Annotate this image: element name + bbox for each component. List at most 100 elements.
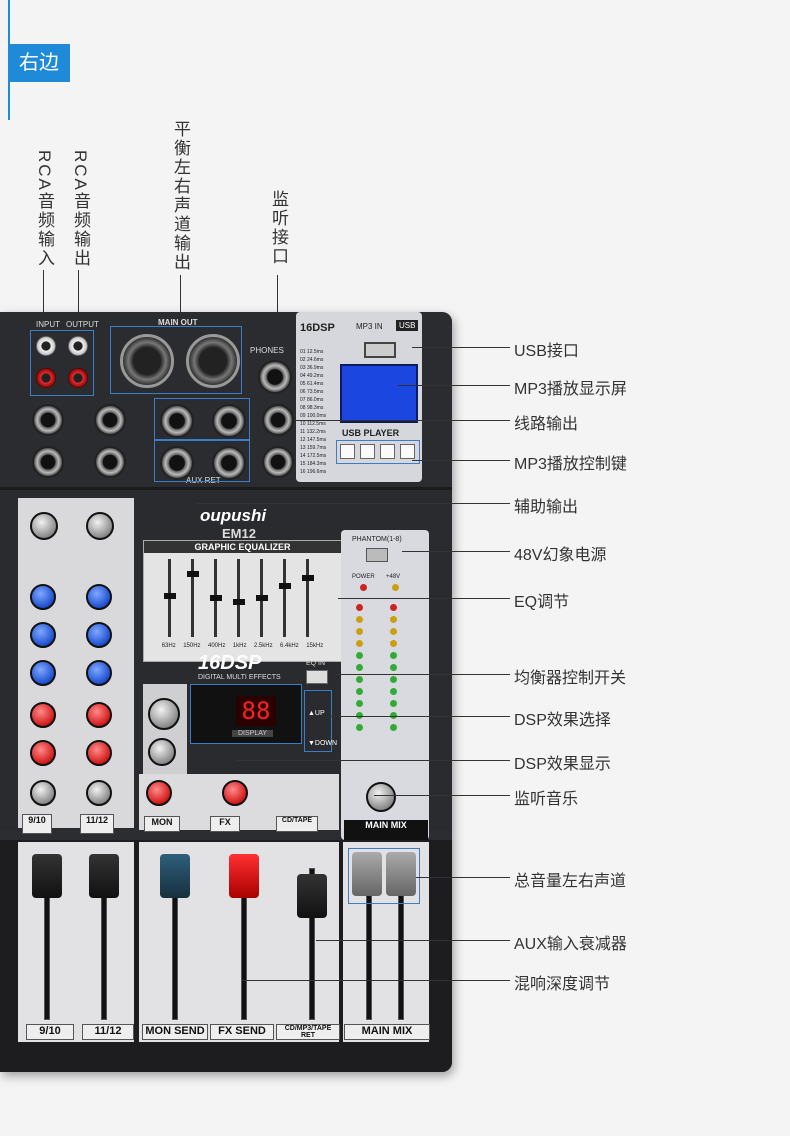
eq-freq-label: 1kHz <box>232 643 247 649</box>
leader-line <box>277 275 278 317</box>
dsp-subtitle: DIGITAL MULTI EFFECTS <box>198 674 281 681</box>
main-fader-highlight <box>348 848 420 904</box>
model-label: EM12 <box>222 526 256 541</box>
mon-jack[interactable] <box>262 404 294 436</box>
fx-to-mon-knob[interactable] <box>146 780 172 806</box>
line-out-highlight <box>154 398 250 440</box>
phones-jack[interactable] <box>258 360 292 394</box>
meter-led <box>390 640 397 647</box>
callout-label: DSP效果显示 <box>514 756 611 773</box>
aux-return-fader[interactable] <box>297 874 327 918</box>
callout-line <box>242 980 510 981</box>
callout-label: EQ调节 <box>514 594 570 611</box>
phantom-switch[interactable] <box>366 548 388 562</box>
bal-knob[interactable] <box>86 780 112 806</box>
meter-led <box>356 652 363 659</box>
meter-led <box>390 652 397 659</box>
label-main-out: 平衡左右声道输出 <box>171 120 190 272</box>
preset-item: 03 36.9ms <box>300 365 324 371</box>
phones-label: PHONES <box>250 346 284 355</box>
fx-repeat-knob[interactable] <box>148 738 176 766</box>
dsp-segment-display: 88 <box>236 696 276 726</box>
meter-led <box>390 676 397 683</box>
phones-level-knob[interactable] <box>366 782 396 812</box>
callout-label: 均衡器控制开关 <box>514 670 627 687</box>
send-jack[interactable] <box>262 446 294 478</box>
high-eq-knob[interactable] <box>30 584 56 610</box>
line-in-jack[interactable] <box>32 404 64 436</box>
eq-slider-2[interactable] <box>209 595 222 601</box>
callout-line <box>416 877 510 878</box>
meter-led <box>356 616 363 623</box>
cd-tape-ret-label: CD/MP3/TAPE RET <box>276 1024 340 1040</box>
callout-line <box>402 551 510 552</box>
eq-slider-3[interactable] <box>232 599 245 605</box>
eq-slider-6[interactable] <box>301 575 314 581</box>
meter-led <box>356 724 363 731</box>
meter-led <box>390 628 397 635</box>
meter-led <box>356 688 363 695</box>
graphic-eq: GRAPHIC EQUALIZER 63Hz 150Hz 400Hz 1kHz 2.5k… <box>143 540 342 662</box>
mon-send-knob[interactable] <box>30 702 56 728</box>
fx-send-knob[interactable] <box>86 740 112 766</box>
mixer-body: INPUT OUTPUT MAIN OUT PHONES AUX RET 16D… <box>0 312 452 1072</box>
fx-to-main-knob[interactable] <box>222 780 248 806</box>
trim-knob[interactable] <box>30 512 58 540</box>
dsp-down-button[interactable]: ▼DOWN <box>308 740 337 747</box>
low-eq-knob[interactable] <box>86 660 112 686</box>
power-led <box>360 584 367 591</box>
callout-line <box>398 385 510 386</box>
eq-freq-label: 6.4kHz <box>280 643 299 649</box>
eq-slider-1[interactable] <box>186 571 199 577</box>
mon-send-fader[interactable] <box>160 854 190 898</box>
mon-send-knob[interactable] <box>86 702 112 728</box>
fx-return-knob[interactable] <box>148 698 180 730</box>
ch-910-fader[interactable] <box>32 854 62 898</box>
main-out-highlight <box>110 326 242 394</box>
callout-line <box>338 598 510 599</box>
mid-eq-knob[interactable] <box>30 622 56 648</box>
line-in-jack[interactable] <box>32 446 64 478</box>
eq-in-label: EQ IN <box>306 660 326 667</box>
callout-line <box>316 940 510 941</box>
preset-item: 11 132.2ms <box>300 429 326 435</box>
preset-item: 16 196.6ms <box>300 469 327 475</box>
low-eq-knob[interactable] <box>30 660 56 686</box>
cd-tape-mute-button[interactable]: CD/TAPE <box>276 816 318 832</box>
ch-1112-fader[interactable] <box>89 854 119 898</box>
dsp-title: 16DSP <box>198 652 262 674</box>
mon-mute-button[interactable]: MON <box>144 816 180 832</box>
eq-in-switch[interactable] <box>306 670 328 684</box>
eq-slider-slot <box>306 559 309 637</box>
callout-label: 混响深度调节 <box>514 976 611 993</box>
trim-knob[interactable] <box>86 512 114 540</box>
eq-slider-4[interactable] <box>255 595 268 601</box>
phantom-led <box>392 584 399 591</box>
mid-eq-knob[interactable] <box>86 622 112 648</box>
preset-item: 06 73.5ms <box>300 389 324 395</box>
dsp-up-button[interactable]: ▲UP <box>308 710 325 717</box>
leader-line <box>180 275 181 317</box>
callout-label: USB接口 <box>514 343 579 360</box>
callout-label: AUX输入衰减器 <box>514 936 627 953</box>
callout-label: DSP效果选择 <box>514 712 611 729</box>
pan-knob[interactable] <box>30 780 56 806</box>
fx-send-fader[interactable] <box>229 854 259 898</box>
callout-line <box>236 760 510 761</box>
meter-led <box>390 664 397 671</box>
eq-slider-5[interactable] <box>278 583 291 589</box>
high-eq-knob[interactable] <box>86 584 112 610</box>
eq-sliders <box>144 553 341 643</box>
fx-mute-button[interactable]: FX <box>210 816 240 832</box>
ch-1112-mute[interactable]: 11/12 <box>80 814 114 834</box>
fx-send-knob[interactable] <box>30 740 56 766</box>
line-in-jack[interactable] <box>94 446 126 478</box>
eq-slider-0[interactable] <box>163 593 176 599</box>
power-label: POWER <box>352 574 375 580</box>
line-in-jack[interactable] <box>94 404 126 436</box>
ch-910-mute[interactable]: 9/10 <box>22 814 52 834</box>
usb-port[interactable] <box>364 342 396 358</box>
graphic-eq-title: GRAPHIC EQUALIZER <box>144 541 341 553</box>
v48-label: +48V <box>386 574 401 580</box>
preset-item: 09 100.0ms <box>300 413 327 419</box>
